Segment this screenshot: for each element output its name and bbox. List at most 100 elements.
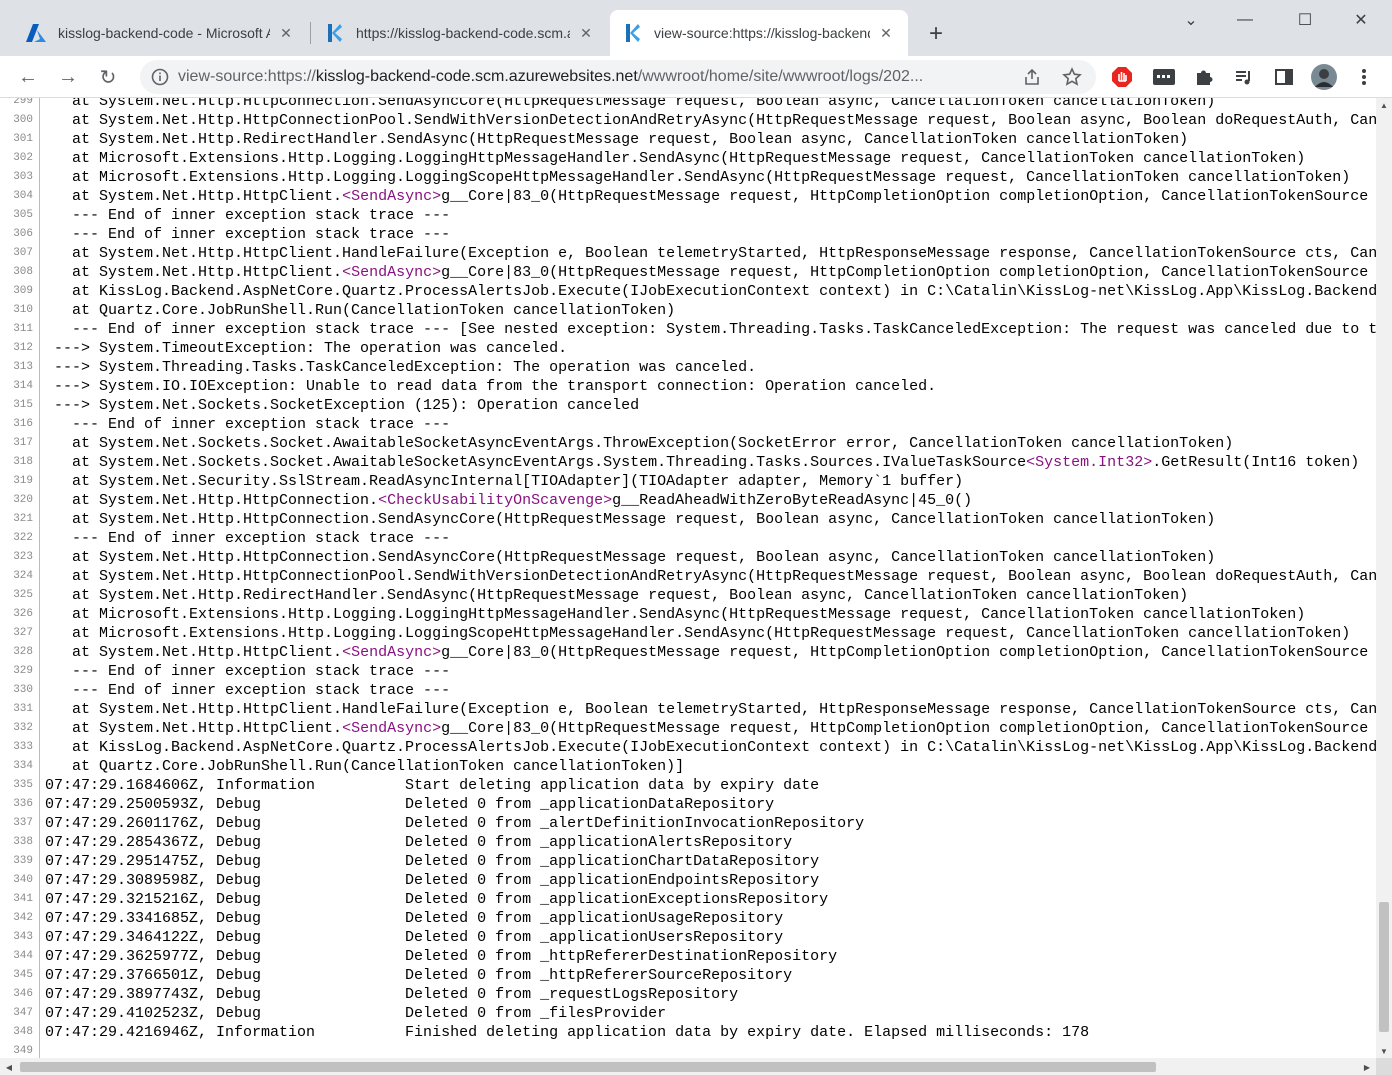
line-number: 301 [0,130,40,149]
code-text: g__Core|83_0(HttpRequestMessage request,… [441,720,1376,737]
avatar[interactable] [1310,63,1338,91]
line-content: --- End of inner exception stack trace -… [45,207,451,224]
forward-button[interactable]: → [52,61,84,93]
line-content: 07:47:29.2601176Z, Debug Deleted 0 from … [45,815,865,832]
line-content: 07:47:29.2854367Z, Debug Deleted 0 from … [45,834,793,851]
code-text: at System.Net.Http.HttpClient. [45,644,343,661]
line-number: 300 [0,111,40,130]
tab-view-source[interactable]: view-source:https://kisslog-backend-code… [610,10,908,56]
source-line: 315 ---> System.Net.Sockets.SocketExcept… [0,396,1376,415]
close-icon[interactable]: ✕ [576,23,596,43]
line-content: at System.Net.Http.HttpClient.<SendAsync… [40,719,1376,738]
new-tab-button[interactable]: + [922,20,950,48]
source-line: 312 ---> System.TimeoutException: The op… [0,339,1376,358]
tab-search-icon[interactable]: ⌄ [1176,8,1206,32]
generic-tag-text: <CheckUsabilityOnScavenge> [378,492,613,509]
code-text: at System.Net.Http.HttpClient. [45,720,343,737]
line-content: at System.Net.Http.HttpClient.<SendAsync… [40,187,1376,206]
kudu-icon [622,23,642,43]
source-line: 346 07:47:29.3897743Z, Debug Deleted 0 fr… [0,985,1376,1004]
close-icon[interactable]: ✕ [876,23,896,43]
extension-dark-icon[interactable] [1152,65,1176,89]
close-window-button[interactable]: ✕ [1346,8,1376,32]
vertical-scroll-thumb[interactable] [1379,902,1389,1032]
source-line: 322 --- End of inner exception stack tra… [0,529,1376,548]
site-info-icon[interactable] [148,65,172,89]
side-panel-icon[interactable] [1272,65,1296,89]
line-number: 313 [0,358,40,377]
line-content: at System.Net.Http.HttpClient.HandleFail… [72,701,1376,718]
address-bar[interactable]: view-source:https://kisslog-backend-code… [140,60,1096,94]
line-content: 07:47:29.4216946Z, Information Finished … [45,1024,1090,1041]
source-line: 342 07:47:29.3341685Z, Debug Deleted 0 fr… [0,909,1376,928]
source-line: 321 at System.Net.Http.HttpConnection.Se… [0,510,1376,529]
adblock-icon[interactable] [1110,65,1134,89]
line-content: at System.Net.Http.HttpConnectionPool.Se… [72,112,1376,129]
tab-separator [310,22,311,44]
line-content: --- End of inner exception stack trace -… [45,682,451,699]
tab-kudu[interactable]: https://kisslog-backend-code.scm.azurewe… [312,10,608,56]
line-content: 07:47:29.3341685Z, Debug Deleted 0 from … [45,910,784,927]
source-line: 338 07:47:29.2854367Z, Debug Deleted 0 fr… [0,833,1376,852]
reload-button[interactable]: ↻ [92,61,124,93]
minimize-button[interactable]: — [1230,8,1260,32]
line-number: 340 [0,871,40,890]
line-number: 342 [0,909,40,928]
code-text: at System.Net.Http.HttpClient. [45,264,343,281]
line-number: 337 [0,814,40,833]
source-line: 301 at System.Net.Http.RedirectHandler.S… [0,130,1376,149]
back-button[interactable]: ← [12,61,44,93]
source-line: 310 at Quartz.Core.JobRunShell.Run(Cance… [0,301,1376,320]
generic-tag-text: <SendAsync> [342,188,442,205]
line-number: 341 [0,890,40,909]
source-line: 334 at Quartz.Core.JobRunShell.Run(Cance… [0,757,1376,776]
maximize-button[interactable]: ☐ [1290,8,1320,32]
generic-tag-text: <SendAsync> [342,644,442,661]
line-content: ---> System.TimeoutException: The operat… [45,340,568,357]
tab-azure-portal[interactable]: kisslog-backend-code - Microsoft Azure ✕ [14,10,308,56]
line-number: 304 [0,187,40,206]
generic-tag-text: <SendAsync> [342,720,442,737]
vertical-scrollbar[interactable]: ▲ ▼ [1376,98,1392,1058]
line-number: 343 [0,928,40,947]
scroll-down-arrow-icon[interactable]: ▼ [1376,1044,1392,1058]
close-icon[interactable]: ✕ [276,23,296,43]
scroll-up-arrow-icon[interactable]: ▲ [1376,98,1392,112]
code-text: .GetResult(Int16 token) [1152,454,1360,471]
menu-kebab-icon[interactable] [1352,65,1376,89]
source-line: 299 at System.Net.Http.HttpConnection.Se… [0,98,1376,111]
tab-title: view-source:https://kisslog-backend-code… [654,25,870,41]
horizontal-scroll-thumb[interactable] [20,1062,1156,1072]
line-number: 347 [0,1004,40,1023]
line-content: at System.Net.Http.HttpConnection.SendAs… [45,549,1216,566]
media-queue-icon[interactable] [1232,65,1256,89]
scroll-left-arrow-icon[interactable]: ◀ [2,1059,16,1075]
horizontal-scrollbar[interactable]: ◀ ▶ [0,1058,1376,1075]
source-line: 313 ---> System.Threading.Tasks.TaskCanc… [0,358,1376,377]
source-line: 324 at System.Net.Http.HttpConnectionPoo… [0,567,1376,586]
line-number: 312 [0,339,40,358]
scroll-right-arrow-icon[interactable]: ▶ [1360,1059,1374,1075]
source-line: 330 --- End of inner exception stack tra… [0,681,1376,700]
generic-tag-text: <System.Int32> [1026,454,1153,471]
code-text: g__ReadAheadWithZeroByteReadAsync|45_0() [612,492,973,509]
url-prefix: view-source:https:// [178,68,316,85]
kudu-icon [324,23,344,43]
line-number: 315 [0,396,40,415]
source-line: 347 07:47:29.4102523Z, Debug Deleted 0 fr… [0,1004,1376,1023]
bookmark-star-icon[interactable] [1060,65,1084,89]
line-number: 318 [0,453,40,472]
line-number: 339 [0,852,40,871]
source-line: 309 at KissLog.Backend.AspNetCore.Quartz… [0,282,1376,301]
share-icon[interactable] [1020,65,1044,89]
source-line: 327 at Microsoft.Extensions.Http.Logging… [0,624,1376,643]
line-number: 324 [0,567,40,586]
puzzle-icon[interactable] [1192,65,1216,89]
source-line: 314 ---> System.IO.IOException: Unable t… [0,377,1376,396]
code-text: at System.Net.Http.HttpClient. [45,188,343,205]
source-line: 305 --- End of inner exception stack tra… [0,206,1376,225]
line-content: 07:47:29.3625977Z, Debug Deleted 0 from … [45,948,838,965]
line-number: 316 [0,415,40,434]
line-number: 345 [0,966,40,985]
line-number: 310 [0,301,40,320]
